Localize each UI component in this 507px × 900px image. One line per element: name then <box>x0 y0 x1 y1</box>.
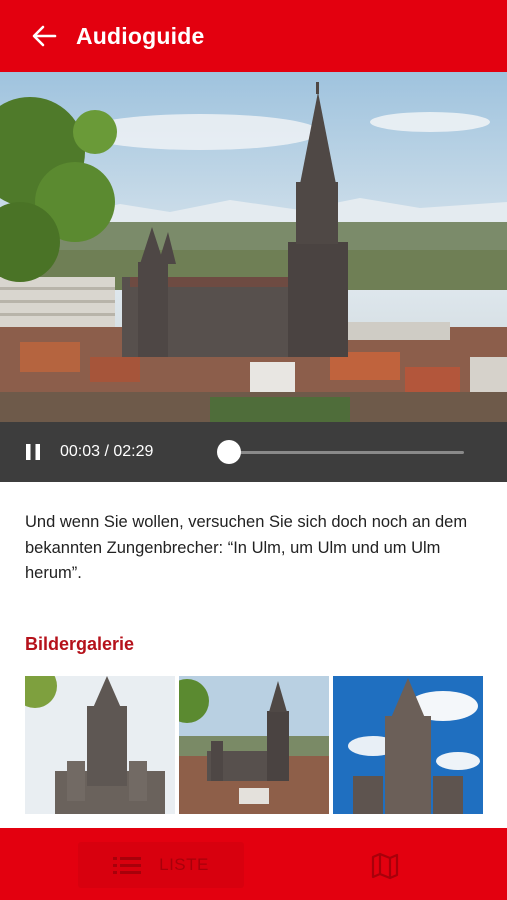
seek-thumb[interactable] <box>216 440 241 464</box>
image-gallery <box>25 676 483 814</box>
audio-player: 00:03 / 02:29 <box>0 422 507 482</box>
gallery-title: Bildergalerie <box>25 634 135 654</box>
seek-slider[interactable] <box>216 422 464 482</box>
page-title: Audioguide <box>76 22 205 49</box>
list-icon <box>113 857 142 874</box>
pause-button[interactable] <box>21 440 45 464</box>
description-text: Und wenn Sie wollen, versuchen Sie sich … <box>25 513 468 582</box>
hero-image <box>0 72 507 422</box>
list-tab[interactable]: LISTE <box>78 842 244 888</box>
arrow-left-icon <box>32 25 57 47</box>
app-header: Audioguide <box>0 0 507 72</box>
pause-icon <box>26 444 40 460</box>
bottom-navigation: LISTE <box>0 828 507 900</box>
map-icon <box>371 852 399 880</box>
list-tab-label: LISTE <box>159 855 209 874</box>
gallery-image-2[interactable] <box>179 676 329 814</box>
map-tab[interactable] <box>370 852 400 880</box>
gallery-image-3[interactable] <box>333 676 483 814</box>
seek-track[interactable] <box>224 451 464 454</box>
playback-time: 00:03 / 02:29 <box>60 443 154 460</box>
back-button[interactable] <box>24 16 64 56</box>
gallery-image-1[interactable] <box>25 676 175 814</box>
